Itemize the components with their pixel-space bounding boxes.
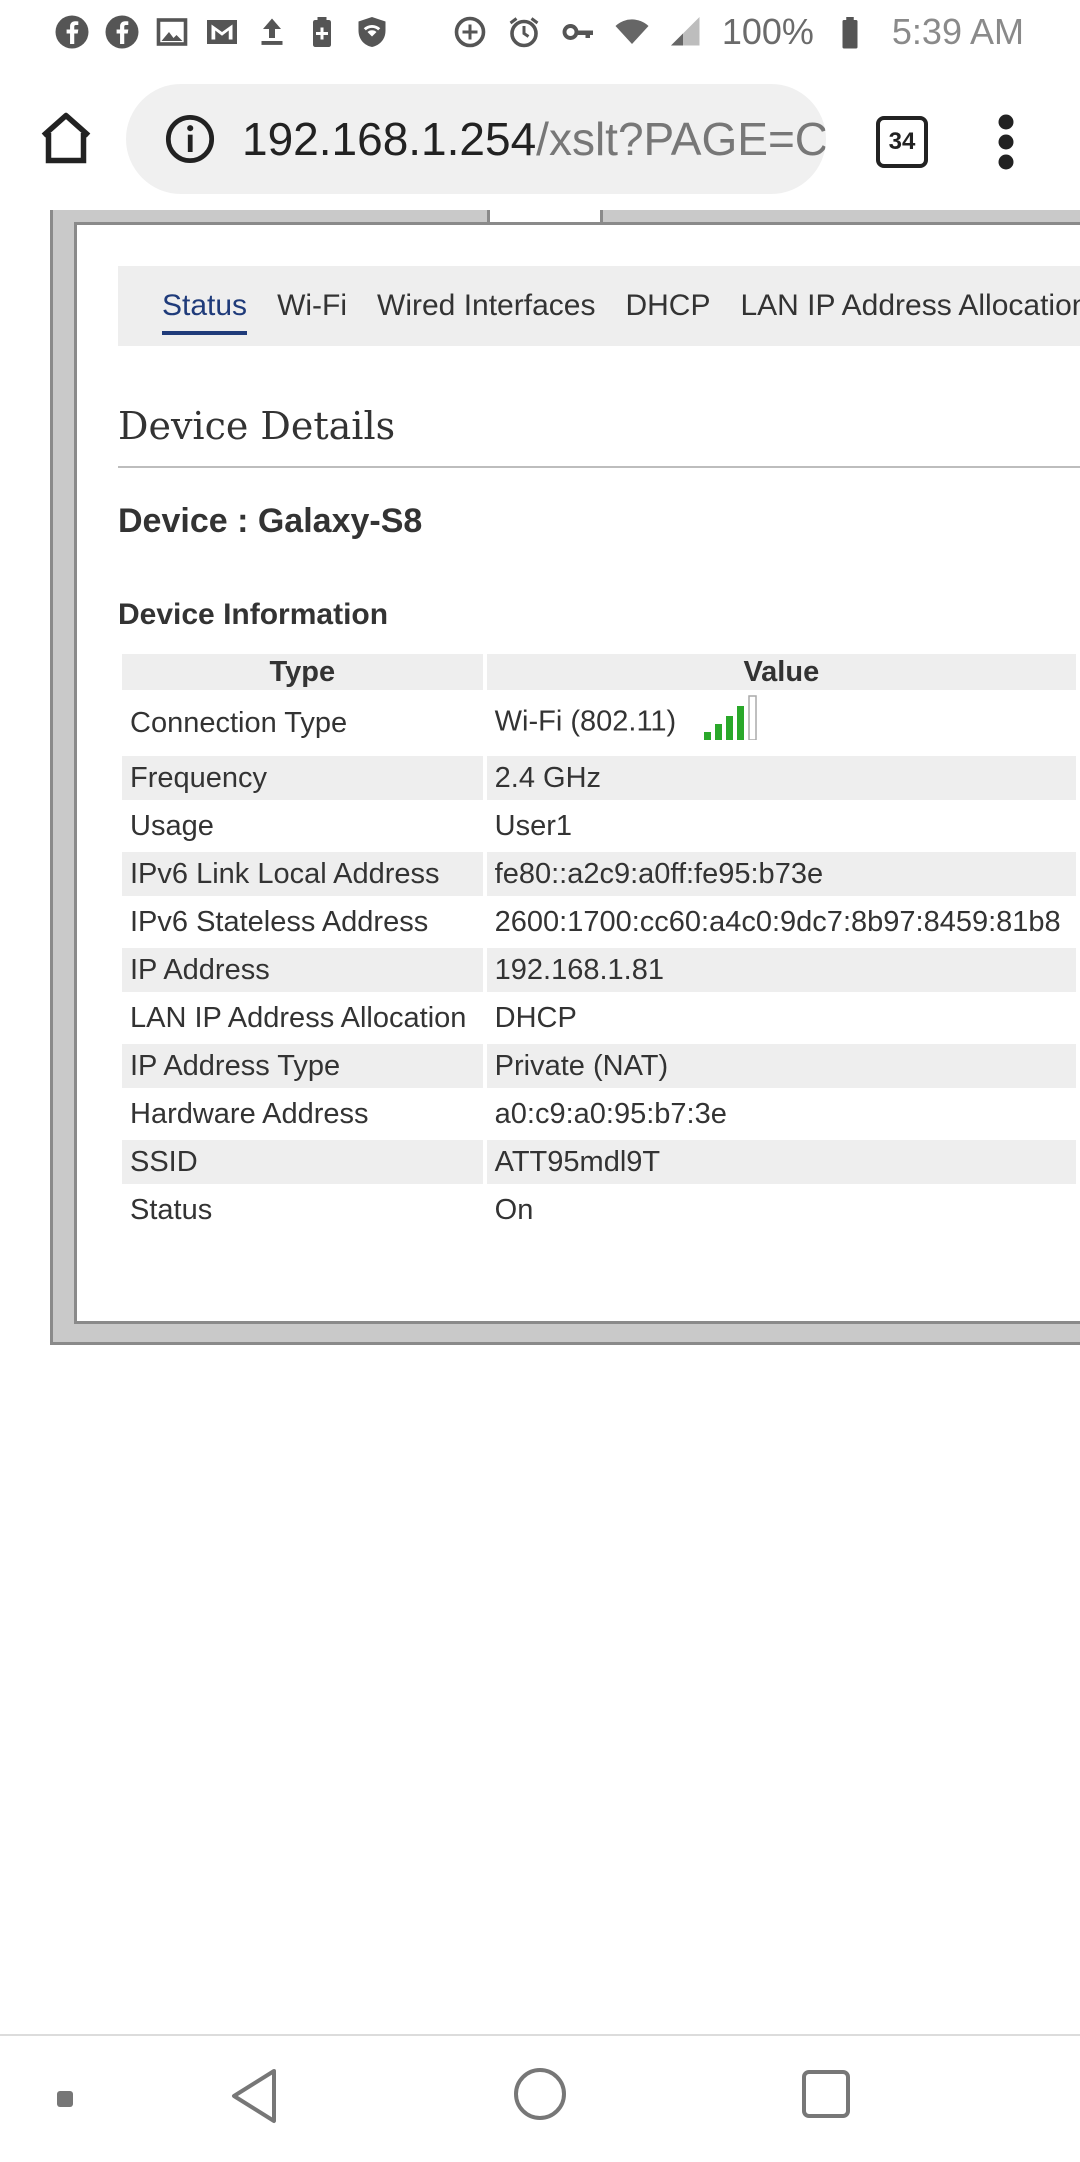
gmail-icon (204, 14, 240, 50)
signal-bar (737, 706, 745, 740)
image-icon (154, 14, 190, 50)
row-value: On (494, 1193, 534, 1226)
tab-status[interactable]: Status (162, 289, 248, 335)
table-row: LAN IP Address Allocation DHCP (122, 996, 1076, 1040)
table-row: Frequency 2.4 GHz (122, 756, 1076, 800)
dot-indicator-icon (57, 2091, 73, 2107)
system-navigation-bar (0, 2034, 1080, 2162)
address-bar[interactable]: 192.168.1.254/xslt?PAGE=C (126, 84, 826, 194)
alarm-icon (506, 14, 542, 50)
row-type: LAN IP Address Allocation (130, 1001, 467, 1034)
table-header-row: Type Value (122, 654, 1076, 690)
row-type: Usage (130, 809, 214, 842)
table-row: IPv6 Link Local Address fe80::a2c9:a0ff:… (122, 852, 1076, 896)
row-value: fe80::a2c9:a0ff:fe95:b73e (486, 852, 1076, 896)
table-row: IP Address 192.168.1.81 (122, 948, 1076, 992)
notification-icons (0, 14, 390, 50)
facebook-icon (104, 14, 140, 50)
facebook-icon (54, 14, 90, 50)
table-row: Connection Type Wi-Fi (802.11) (122, 694, 1076, 752)
clock: 5:39 AM (891, 11, 1024, 52)
home-icon[interactable] (36, 108, 96, 168)
row-type: IP Address (122, 948, 483, 992)
column-header-type: Type (122, 654, 483, 690)
url-text[interactable]: 192.168.1.254/xslt?PAGE=C (242, 112, 826, 166)
table-row: SSID ATT95mdl9T (122, 1140, 1076, 1184)
table-row: IP Address Type Private (NAT) (122, 1044, 1076, 1088)
tab-wired-interfaces[interactable]: Wired Interfaces (377, 289, 595, 323)
column-header-value: Value (486, 654, 1076, 690)
url-host: 192.168.1.254 (242, 113, 537, 165)
wifi-icon (614, 14, 650, 50)
row-type: Hardware Address (130, 1097, 369, 1130)
signal-bar-empty (748, 695, 757, 740)
row-value: Wi-Fi (802.11) (487, 694, 1076, 752)
shield-wifi-icon (354, 14, 390, 50)
home-nav-icon[interactable] (512, 2066, 568, 2122)
row-type: Status (130, 1193, 213, 1226)
more-menu-icon[interactable] (994, 112, 1018, 172)
data-saver-icon (452, 14, 488, 50)
back-icon[interactable] (228, 2066, 280, 2126)
row-type: SSID (122, 1140, 483, 1184)
tab-lan-ip-allocation[interactable]: LAN IP Address Allocation (740, 289, 1080, 323)
battery-saver-icon (304, 14, 340, 50)
upload-icon (254, 14, 290, 50)
row-type: IP Address Type (122, 1044, 483, 1088)
device-info-table: Type Value Connection Type Wi-Fi (802.11… (118, 650, 1080, 1236)
row-value: 2.4 GHz (486, 756, 1076, 800)
tab-switcher-button[interactable]: 34 (876, 116, 928, 168)
browser-toolbar: 192.168.1.254/xslt?PAGE=C 34 (0, 72, 1080, 212)
table-row: Usage User1 (122, 804, 1076, 848)
signal-strength-icon (704, 695, 757, 740)
row-value: Private (NAT) (486, 1044, 1076, 1088)
section-divider (118, 466, 1080, 468)
row-value: DHCP (494, 1001, 577, 1034)
battery-percent: 100% (721, 11, 814, 52)
status-bar: 100% 5:39 AM (0, 0, 1080, 64)
row-type: Frequency (122, 756, 483, 800)
battery-icon (832, 14, 868, 50)
info-icon[interactable] (164, 113, 216, 165)
tab-wifi[interactable]: Wi-Fi (277, 289, 347, 323)
row-value: User1 (494, 809, 573, 842)
system-icons: 100% 5:39 AM (452, 11, 1080, 53)
table-row: IPv6 Stateless Address 2600:1700:cc60:a4… (122, 900, 1076, 944)
url-path: /xslt?PAGE=C (536, 113, 826, 165)
row-value: 192.168.1.81 (486, 948, 1076, 992)
section-title: Device Details (118, 404, 396, 448)
row-value: a0:c9:a0:95:b7:3e (494, 1097, 727, 1130)
signal-bar (704, 732, 712, 740)
sub-navigation: Status Wi-Fi Wired Interfaces DHCP LAN I… (118, 266, 1080, 346)
row-type: IPv6 Stateless Address (130, 905, 429, 938)
row-type: Connection Type (130, 706, 348, 739)
device-name: Device : Galaxy-S8 (118, 502, 423, 540)
signal-bar (726, 716, 734, 740)
row-type: IPv6 Link Local Address (122, 852, 483, 896)
table-row: Hardware Address a0:c9:a0:95:b7:3e (122, 1092, 1076, 1136)
device-information-title: Device Information (118, 598, 389, 631)
table-row: Status On (122, 1188, 1076, 1232)
vpn-key-icon (560, 14, 596, 50)
signal-icon (668, 14, 704, 50)
row-value: ATT95mdl9T (486, 1140, 1076, 1184)
row-value: 2600:1700:cc60:a4c0:9dc7:8b97:8459:81b8 (494, 905, 1061, 938)
signal-bar (715, 724, 723, 740)
connection-type-value: Wi-Fi (802.11) (494, 705, 677, 738)
recent-apps-icon[interactable] (800, 2068, 852, 2120)
tab-dhcp[interactable]: DHCP (625, 289, 710, 323)
